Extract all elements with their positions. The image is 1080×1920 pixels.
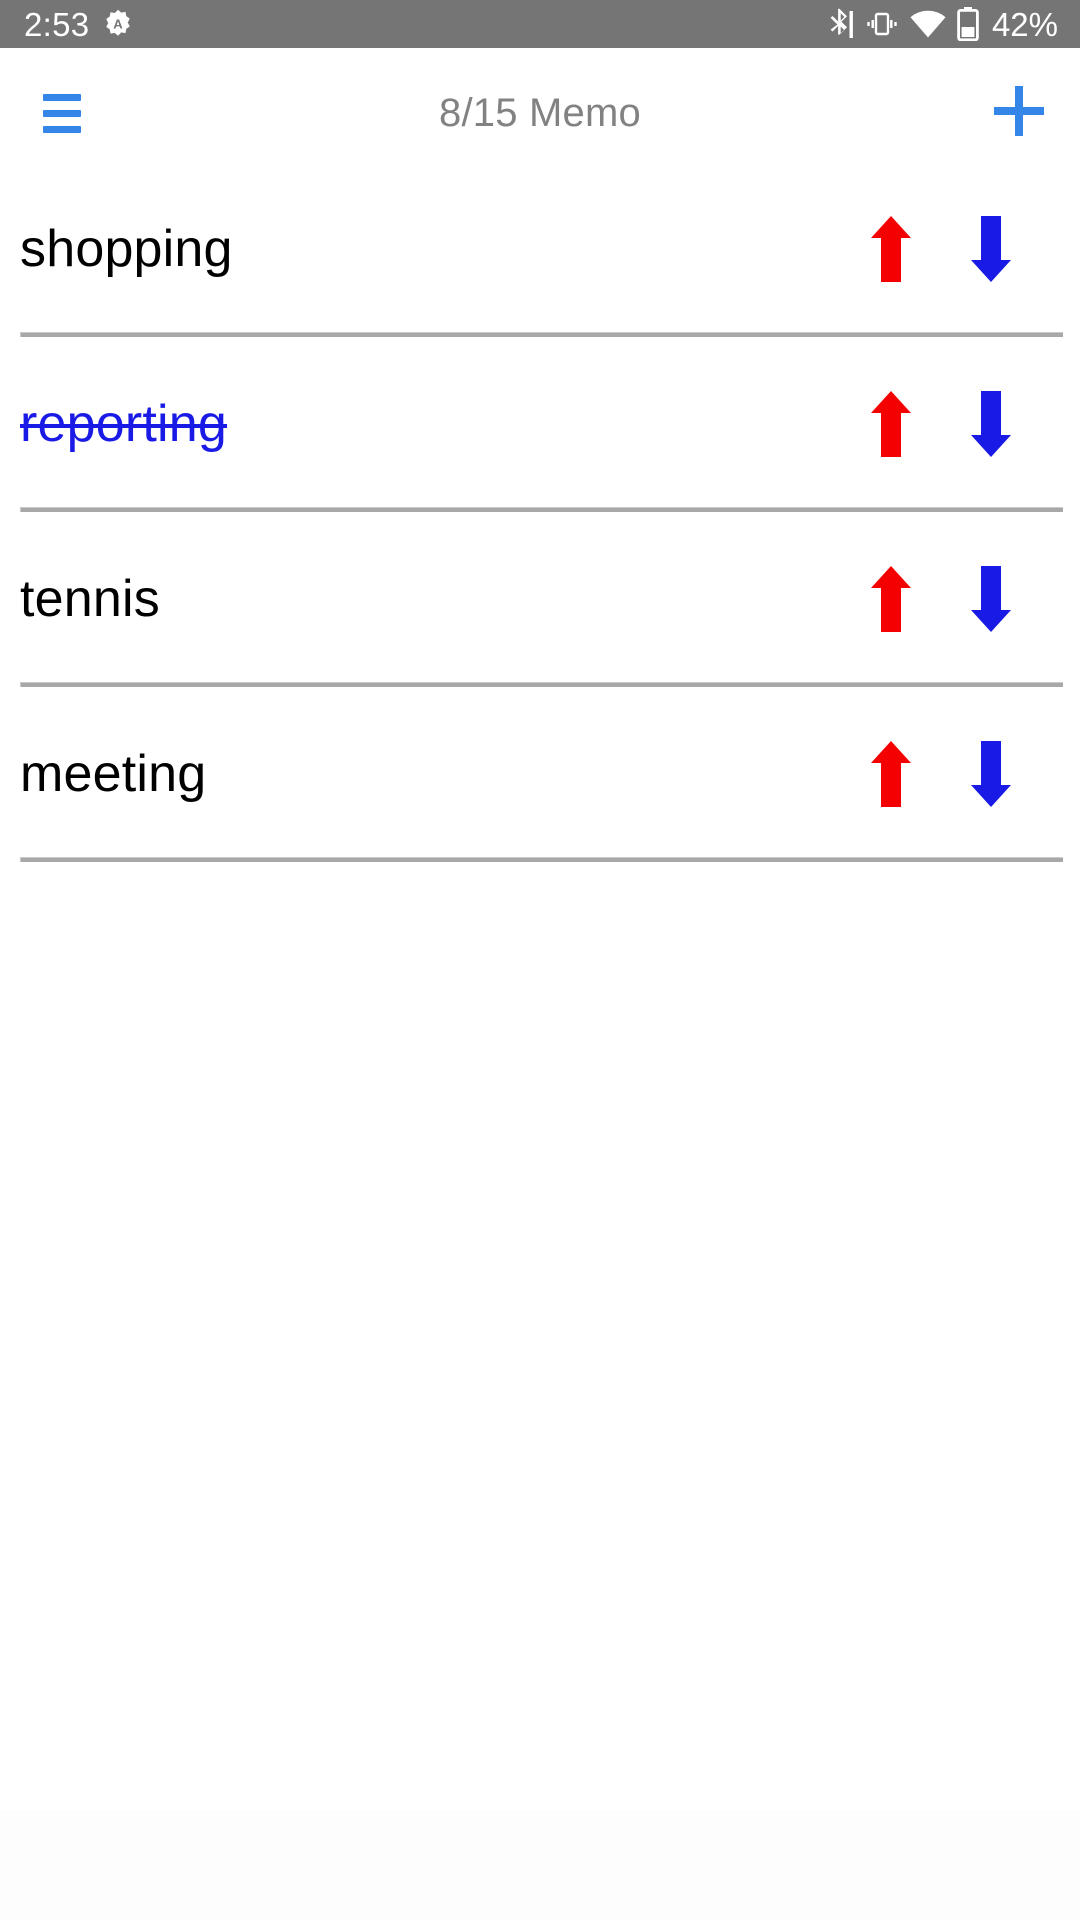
arrow-down-icon bbox=[971, 741, 1011, 807]
list-divider bbox=[0, 670, 1080, 703]
move-up-button[interactable] bbox=[856, 379, 926, 469]
list-divider bbox=[0, 845, 1080, 878]
move-down-button[interactable] bbox=[956, 554, 1026, 644]
vibrate-icon bbox=[865, 9, 899, 39]
add-memo-button[interactable] bbox=[980, 74, 1058, 152]
list-item[interactable]: shopping bbox=[0, 178, 1080, 320]
battery-icon bbox=[957, 7, 979, 41]
memo-list: shopping reporting tennis meeting bbox=[0, 178, 1080, 878]
memo-label[interactable]: reporting bbox=[20, 394, 227, 454]
status-bar: 2:53 A 42% bbox=[0, 0, 1080, 48]
svg-text:A: A bbox=[114, 17, 124, 32]
memo-label[interactable]: shopping bbox=[20, 219, 233, 279]
wifi-icon bbox=[910, 10, 946, 38]
app-bar: 8/15 Memo bbox=[0, 48, 1080, 178]
plus-icon bbox=[988, 80, 1050, 147]
arrow-down-icon bbox=[971, 566, 1011, 632]
arrow-down-icon bbox=[971, 391, 1011, 457]
bluetooth-icon bbox=[828, 8, 854, 41]
move-down-button[interactable] bbox=[956, 729, 1026, 819]
move-down-button[interactable] bbox=[956, 379, 1026, 469]
bottom-band bbox=[0, 1810, 1080, 1920]
arrow-down-icon bbox=[971, 216, 1011, 282]
move-up-button[interactable] bbox=[856, 204, 926, 294]
move-down-button[interactable] bbox=[956, 204, 1026, 294]
status-bar-right: 42% bbox=[828, 7, 1058, 41]
page-title: 8/15 Memo bbox=[439, 90, 641, 135]
list-item[interactable]: meeting bbox=[0, 703, 1080, 845]
arrow-up-icon bbox=[871, 391, 911, 457]
alarm-badge-icon: A bbox=[103, 9, 133, 39]
memo-label[interactable]: tennis bbox=[20, 569, 160, 629]
list-divider bbox=[0, 495, 1080, 528]
status-bar-left: 2:53 A bbox=[24, 8, 133, 41]
list-item[interactable]: reporting bbox=[0, 353, 1080, 495]
arrow-up-icon bbox=[871, 216, 911, 282]
arrow-up-icon bbox=[871, 741, 911, 807]
arrow-up-icon bbox=[871, 566, 911, 632]
list-divider bbox=[0, 320, 1080, 353]
list-item[interactable]: tennis bbox=[0, 528, 1080, 670]
move-up-button[interactable] bbox=[856, 554, 926, 644]
status-clock: 2:53 bbox=[24, 5, 90, 43]
battery-percentage: 42% bbox=[991, 5, 1058, 43]
move-up-button[interactable] bbox=[856, 729, 926, 819]
memo-label[interactable]: meeting bbox=[20, 744, 206, 804]
